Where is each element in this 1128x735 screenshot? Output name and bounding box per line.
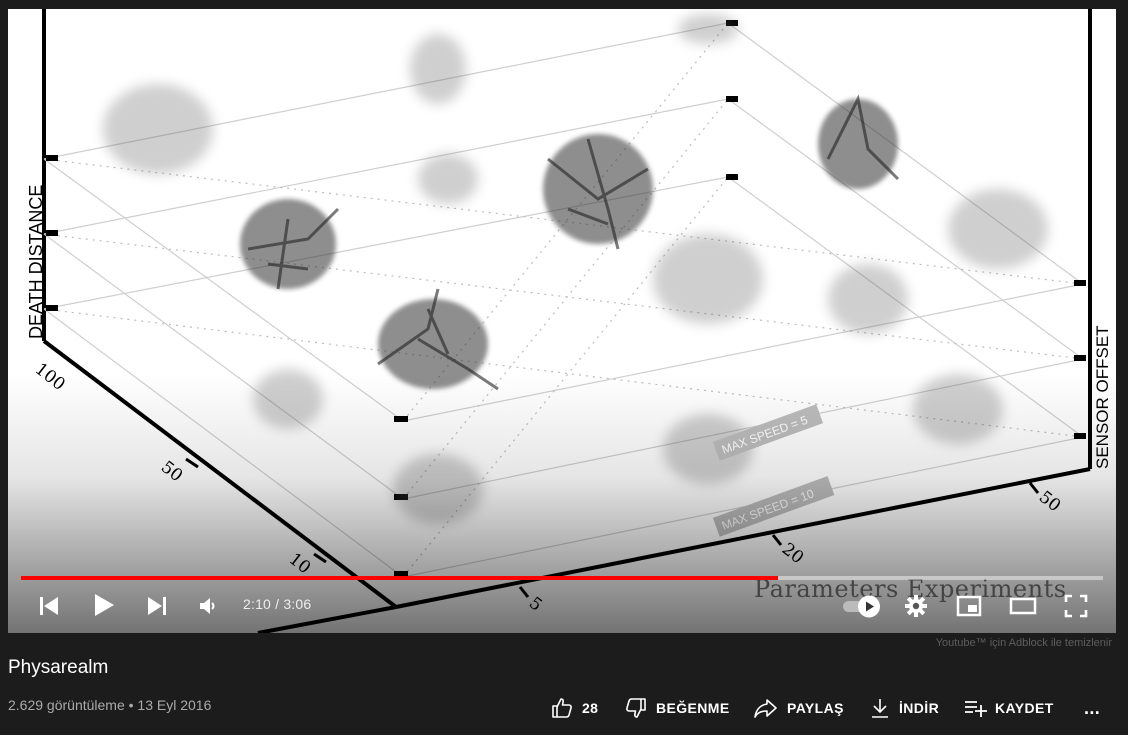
progress-bar-played xyxy=(21,576,779,580)
video-frame: DEATH DISTANCE SENSOR OFFSET 100 50 10 5… xyxy=(8,9,1116,633)
like-button[interactable]: 28 xyxy=(550,694,598,722)
next-button[interactable] xyxy=(144,593,170,619)
more-actions-button[interactable]: ... xyxy=(1084,694,1100,722)
fullscreen-button[interactable] xyxy=(1063,593,1089,619)
video-player[interactable]: DEATH DISTANCE SENSOR OFFSET 100 50 10 5… xyxy=(8,9,1116,633)
autoplay-toggle[interactable] xyxy=(840,594,884,618)
dislike-label: BEĞENME xyxy=(656,700,730,716)
more-icon: ... xyxy=(1084,697,1101,718)
video-title: Physarealm xyxy=(8,657,109,678)
previous-icon xyxy=(40,597,58,615)
play-button[interactable] xyxy=(90,591,118,619)
save-button[interactable]: KAYDET xyxy=(963,694,1054,722)
download-icon xyxy=(872,699,888,718)
theater-mode-button[interactable] xyxy=(1008,595,1038,617)
adblock-note: Youtube™ için Adblock ile temizlenir xyxy=(935,637,1112,649)
settings-gear-icon xyxy=(905,595,927,617)
like-count: 28 xyxy=(582,700,599,716)
save-label: KAYDET xyxy=(995,700,1054,716)
view-count-date: 2.629 görüntüleme • 13 Eyl 2016 xyxy=(8,697,212,713)
volume-icon xyxy=(200,598,215,614)
share-icon xyxy=(754,699,777,718)
next-icon xyxy=(148,597,166,615)
download-button[interactable]: İNDİR xyxy=(869,694,939,722)
progress-bar[interactable] xyxy=(21,576,1103,580)
death-distance-label: DEATH DISTANCE xyxy=(26,185,46,339)
download-label: İNDİR xyxy=(899,700,940,716)
settings-button[interactable] xyxy=(903,593,929,619)
share-label: PAYLAŞ xyxy=(787,700,844,716)
share-button[interactable]: PAYLAŞ xyxy=(753,694,844,722)
thumbs-down-icon xyxy=(626,698,646,718)
previous-button[interactable] xyxy=(36,593,62,619)
thumbs-up-icon xyxy=(552,698,572,718)
autoplay-toggle-icon xyxy=(843,595,880,618)
miniplayer-icon xyxy=(956,595,982,617)
volume-button[interactable] xyxy=(196,594,220,618)
add-to-playlist-icon xyxy=(965,701,987,717)
fullscreen-icon xyxy=(1064,594,1088,618)
time-display: 2:10 / 3:06 xyxy=(243,596,312,612)
miniplayer-button[interactable] xyxy=(955,593,983,619)
theater-mode-icon xyxy=(1009,597,1037,615)
play-icon xyxy=(95,594,114,616)
sensor-offset-label: SENSOR OFFSET xyxy=(1093,325,1112,469)
dislike-button[interactable]: BEĞENME xyxy=(624,694,730,722)
